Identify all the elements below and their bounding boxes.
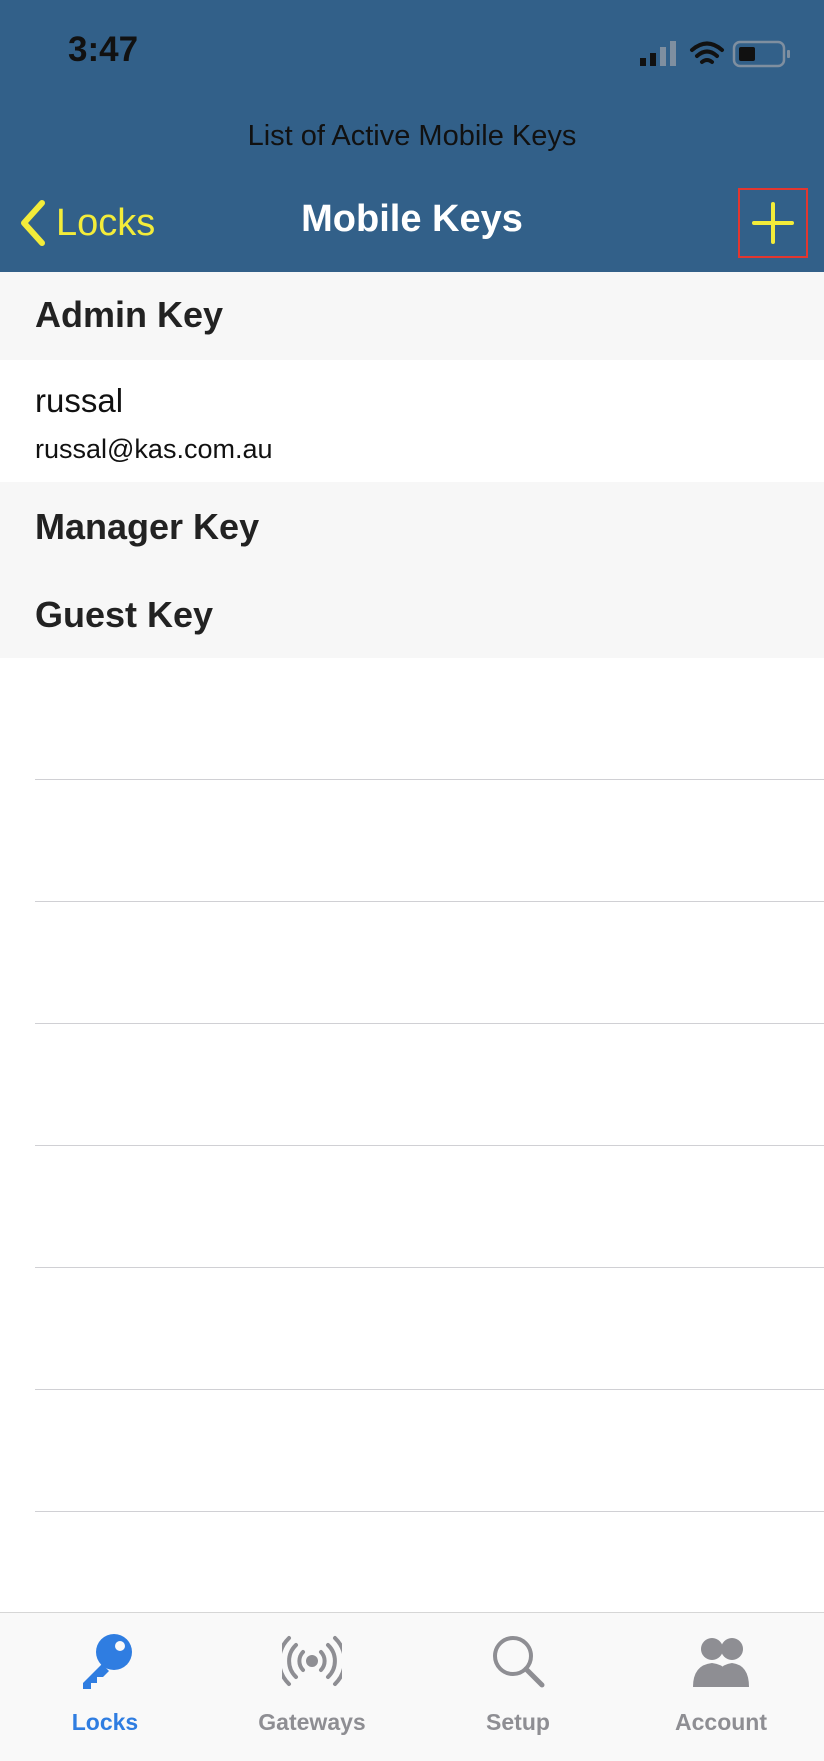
key-user-email: russal@kas.com.au [35, 434, 273, 464]
status-time: 3:47 [68, 30, 139, 69]
status-icons [640, 40, 790, 68]
key-user-name: russal [35, 382, 124, 419]
tab-bar: Locks Gateways Setup Account [0, 1612, 824, 1761]
empty-row-separator [35, 1145, 824, 1146]
tab-label-gateways: Gateways [258, 1709, 366, 1735]
tab-label-account: Account [675, 1709, 767, 1735]
add-key-button[interactable] [738, 188, 808, 258]
tab-gateways[interactable]: Gateways [209, 1613, 415, 1761]
wifi-icon [690, 41, 724, 64]
list-item-key[interactable]: russal russal@kas.com.au [0, 360, 824, 482]
tab-label-setup: Setup [486, 1709, 550, 1735]
search-icon [493, 1636, 545, 1688]
tab-label-locks: Locks [71, 1709, 139, 1735]
key-icon [83, 1634, 132, 1689]
empty-row-separator [35, 901, 824, 902]
empty-row-separator [35, 1389, 824, 1390]
page-title: Mobile Keys [301, 198, 523, 240]
tab-locks[interactable]: Locks [2, 1613, 208, 1761]
section-title-admin: Admin Key [35, 294, 224, 335]
battery-icon [732, 40, 790, 68]
signal-icon [640, 41, 676, 66]
section-manager-guest: Manager Key Guest Key [0, 482, 824, 658]
navigation-header: 3:47 List of Active Mobile Keys Locks Mo… [0, 0, 824, 272]
users-icon [693, 1638, 749, 1687]
empty-row-separator [35, 1023, 824, 1024]
empty-row-separator [35, 1267, 824, 1268]
section-admin-key: Admin Key [0, 272, 824, 360]
header-subtitle: List of Active Mobile Keys [247, 120, 577, 152]
tab-account[interactable]: Account [618, 1613, 824, 1761]
section-title-manager: Manager Key [35, 506, 260, 547]
tab-setup[interactable]: Setup [415, 1613, 621, 1761]
empty-row-separator [35, 779, 824, 780]
section-title-guest: Guest Key [35, 594, 214, 635]
plus-icon [752, 202, 794, 244]
broadcast-icon [282, 1636, 342, 1686]
empty-row-separator [35, 1511, 824, 1512]
